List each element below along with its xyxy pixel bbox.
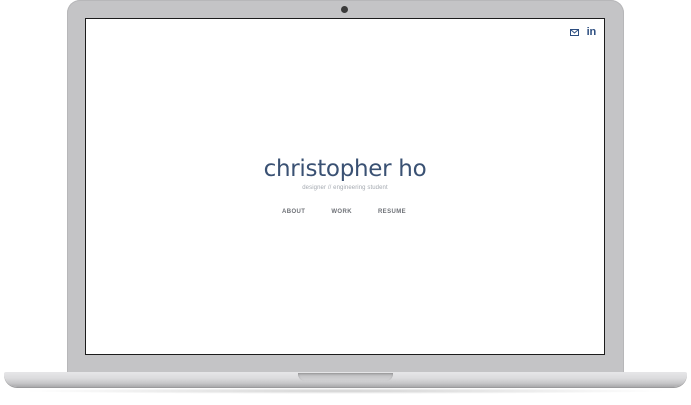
tagline: designer // engineering student	[302, 185, 388, 191]
main-nav: ABOUT WORK RESUME	[84, 209, 604, 215]
mail-icon[interactable]	[569, 29, 579, 36]
laptop-mockup: in christopher ho designer // engineerin…	[0, 0, 691, 405]
laptop-shadow	[20, 388, 671, 394]
laptop-notch	[298, 373, 393, 381]
nav-link-work[interactable]: WORK	[331, 209, 352, 215]
site-title: christopher ho	[263, 156, 427, 182]
nav-link-resume[interactable]: RESUME	[378, 209, 406, 215]
social-links: in	[569, 27, 597, 38]
laptop-screen: in christopher ho designer // engineerin…	[85, 18, 605, 355]
nav-link-about[interactable]: ABOUT	[282, 209, 305, 215]
hero: christopher ho designer // engineering s…	[86, 155, 604, 215]
linkedin-icon[interactable]: in	[587, 27, 597, 38]
camera-dot	[341, 6, 348, 13]
